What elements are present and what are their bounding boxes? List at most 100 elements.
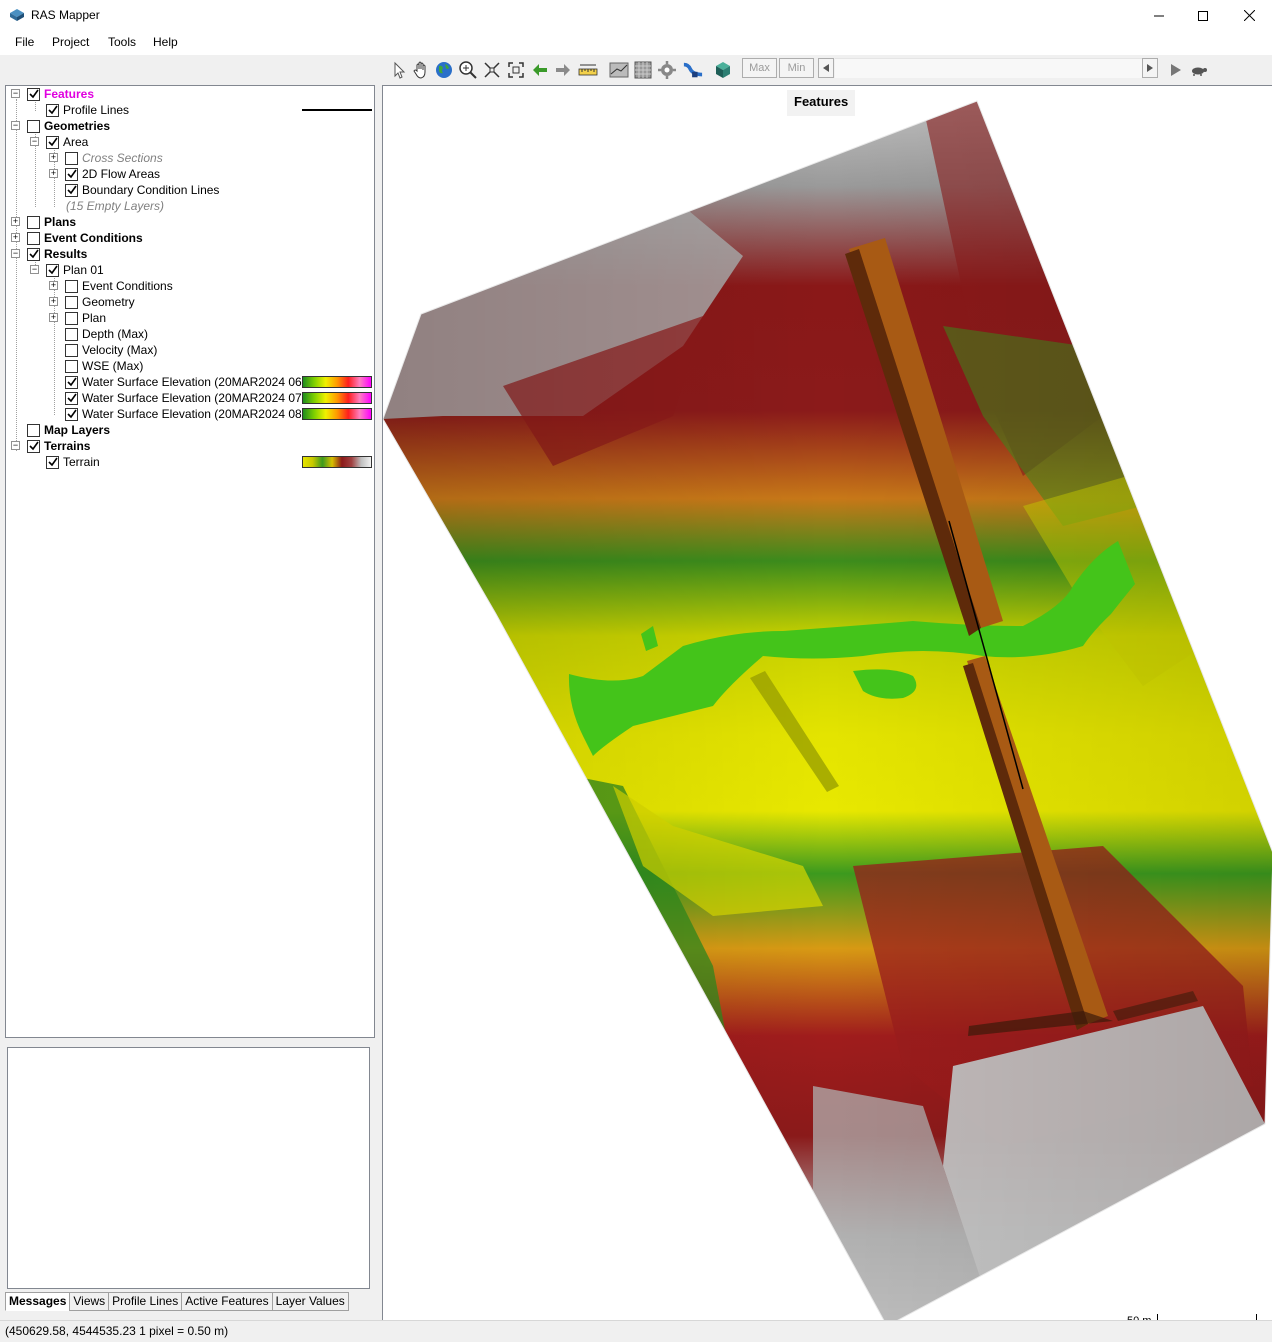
tree-item-area[interactable]: − Area	[6, 134, 374, 150]
tree-item-wse-0640[interactable]: Water Surface Elevation (20MAR2024 06:40…	[6, 374, 374, 390]
tree-item-geometries[interactable]: − Geometries	[6, 118, 374, 134]
menu-help[interactable]: Help	[153, 35, 178, 49]
tree-item-depth-max[interactable]: Depth (Max)	[6, 326, 374, 342]
tab-active-features[interactable]: Active Features	[181, 1292, 273, 1311]
tree-item-profile-lines[interactable]: Profile Lines	[6, 102, 374, 118]
collapse-toggle[interactable]: −	[11, 441, 20, 450]
map-layers-checkbox[interactable]	[27, 423, 40, 437]
wse-0800-checkbox[interactable]	[65, 407, 78, 421]
play-icon[interactable]	[1165, 60, 1185, 80]
tree-item-terrain[interactable]: Terrain	[6, 454, 374, 470]
collapse-toggle[interactable]: −	[11, 121, 20, 130]
animation-speed-turtle-icon[interactable]	[1188, 60, 1208, 80]
tree-item-2d-flow-areas[interactable]: + 2D Flow Areas	[6, 166, 374, 182]
profile-plot-icon[interactable]	[609, 60, 629, 80]
tree-item-wse-max[interactable]: WSE (Max)	[6, 358, 374, 374]
pan-hand-icon[interactable]	[411, 60, 431, 80]
collapse-toggle[interactable]: −	[30, 265, 39, 274]
stream-layer-icon[interactable]	[683, 60, 703, 80]
expand-toggle[interactable]: +	[11, 217, 20, 226]
collapse-toggle[interactable]: −	[11, 89, 20, 98]
zoom-out-arrows-icon[interactable]	[482, 60, 502, 80]
terrain-legend-swatch	[302, 456, 372, 468]
3d-view-icon[interactable]	[713, 60, 733, 80]
tree-item-velocity-max[interactable]: Velocity (Max)	[6, 342, 374, 358]
time-slider-track[interactable]	[835, 58, 1142, 78]
maximize-button[interactable]	[1180, 0, 1226, 31]
geometry-checkbox[interactable]	[65, 295, 78, 309]
results-checkbox[interactable]	[27, 247, 40, 261]
min-button[interactable]: Min	[779, 58, 814, 78]
tab-layer-values[interactable]: Layer Values	[271, 1292, 349, 1311]
tree-item-geometry[interactable]: + Geometry	[6, 294, 374, 310]
select-pointer-icon[interactable]	[389, 60, 409, 80]
collapse-toggle[interactable]: −	[11, 249, 20, 258]
minimize-button[interactable]	[1136, 0, 1182, 31]
slider-right-button[interactable]	[1142, 58, 1158, 78]
expand-toggle[interactable]: +	[49, 169, 58, 178]
tree-item-cross-sections[interactable]: + Cross Sections	[6, 150, 374, 166]
results-event-conditions-checkbox[interactable]	[65, 279, 78, 293]
close-button[interactable]	[1226, 0, 1272, 31]
expand-toggle[interactable]: +	[49, 281, 58, 290]
terrain-map[interactable]	[383, 86, 1272, 1335]
terrains-checkbox[interactable]	[27, 439, 40, 453]
raster-grid-icon[interactable]	[633, 60, 653, 80]
back-arrow-icon[interactable]	[530, 60, 550, 80]
expand-toggle[interactable]: +	[49, 297, 58, 306]
tab-messages[interactable]: Messages	[5, 1292, 71, 1311]
tree-item-wse-0710[interactable]: Water Surface Elevation (20MAR2024 07:10…	[6, 390, 374, 406]
menu-file[interactable]: File	[15, 35, 34, 49]
tab-views[interactable]: Views	[69, 1292, 110, 1311]
wse-0640-checkbox[interactable]	[65, 375, 78, 389]
collapse-toggle[interactable]: −	[30, 137, 39, 146]
plans-checkbox[interactable]	[27, 215, 40, 229]
wse-max-checkbox[interactable]	[65, 359, 78, 373]
tree-item-wse-0800[interactable]: Water Surface Elevation (20MAR2024 08:00…	[6, 406, 374, 422]
zoom-extents-icon[interactable]	[506, 60, 526, 80]
slider-left-button[interactable]	[818, 58, 834, 78]
tree-item-terrains[interactable]: − Terrains	[6, 438, 374, 454]
settings-gear-icon[interactable]	[657, 60, 677, 80]
forward-arrow-icon[interactable]	[553, 60, 573, 80]
tree-item-event-conditions[interactable]: + Event Conditions	[6, 230, 374, 246]
cross-sections-checkbox[interactable]	[65, 151, 78, 165]
tree-item-plan[interactable]: + Plan	[6, 310, 374, 326]
event-conditions-checkbox[interactable]	[27, 231, 40, 245]
features-checkbox[interactable]	[27, 87, 40, 101]
checkmark-icon	[66, 377, 77, 387]
results-event-conditions-label: Event Conditions	[82, 279, 173, 293]
tree-item-features[interactable]: − Features	[6, 86, 374, 102]
menu-tools[interactable]: Tools	[108, 35, 136, 49]
maximize-icon	[1198, 10, 1208, 21]
tree-item-results-event-conditions[interactable]: + Event Conditions	[6, 278, 374, 294]
profile-lines-checkbox[interactable]	[46, 103, 59, 117]
geometries-checkbox[interactable]	[27, 119, 40, 133]
tree-item-plan-01[interactable]: − Plan 01	[6, 262, 374, 278]
tab-profile-lines[interactable]: Profile Lines	[108, 1292, 183, 1311]
area-checkbox[interactable]	[46, 135, 59, 149]
expand-toggle[interactable]: +	[49, 153, 58, 162]
wse-0710-checkbox[interactable]	[65, 391, 78, 405]
measure-ruler-icon[interactable]	[578, 60, 598, 80]
map-canvas[interactable]: Features 50 m	[382, 85, 1272, 1335]
2d-flow-areas-checkbox[interactable]	[65, 167, 78, 181]
tree-item-plans[interactable]: + Plans	[6, 214, 374, 230]
plan-checkbox[interactable]	[65, 311, 78, 325]
globe-icon[interactable]	[434, 60, 454, 80]
wse-legend-swatch	[302, 392, 372, 404]
depth-max-checkbox[interactable]	[65, 327, 78, 341]
tree-item-results[interactable]: − Results	[6, 246, 374, 262]
zoom-in-icon[interactable]	[458, 60, 478, 80]
expand-toggle[interactable]: +	[11, 233, 20, 242]
menu-project[interactable]: Project	[52, 35, 89, 49]
tree-item-map-layers[interactable]: Map Layers	[6, 422, 374, 438]
expand-toggle[interactable]: +	[49, 313, 58, 322]
max-button[interactable]: Max	[742, 58, 777, 78]
plan-01-checkbox[interactable]	[46, 263, 59, 277]
terrain-label: Terrain	[63, 455, 100, 469]
bc-lines-checkbox[interactable]	[65, 183, 78, 197]
velocity-max-checkbox[interactable]	[65, 343, 78, 357]
tree-item-bc-lines[interactable]: Boundary Condition Lines	[6, 182, 374, 198]
terrain-checkbox[interactable]	[46, 455, 59, 469]
